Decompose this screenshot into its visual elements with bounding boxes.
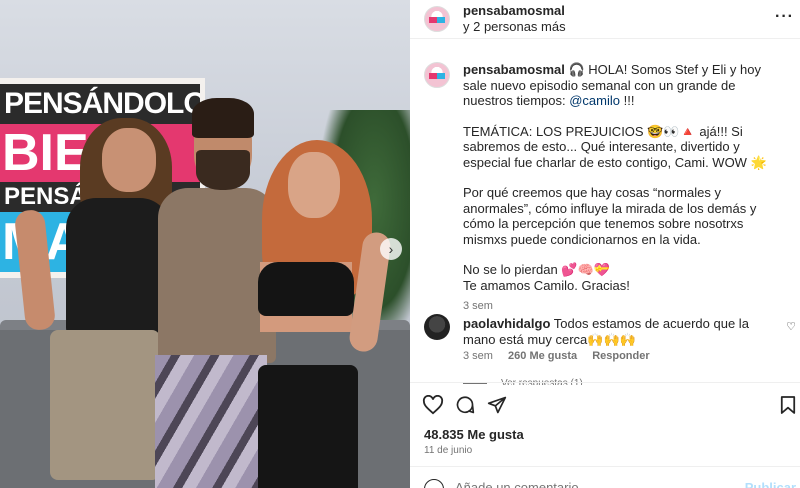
author-username[interactable]: pensabamosmal xyxy=(463,3,565,18)
post-header: pensabamosmal y 2 personas más ··· xyxy=(410,0,800,39)
author-avatar[interactable] xyxy=(424,6,450,32)
person-center-hair xyxy=(192,98,254,138)
caption-avatar[interactable] xyxy=(424,62,450,88)
person-left-top xyxy=(66,198,170,338)
person-right-face xyxy=(288,152,340,218)
caption-paragraph-4b: Te amamos Camilo. Gracias! xyxy=(463,277,630,293)
comment-likes[interactable]: 260 Me gusta xyxy=(508,350,577,362)
person-right-top xyxy=(258,262,354,316)
collaborators-link[interactable]: y 2 personas más xyxy=(463,19,566,34)
person-center-pants xyxy=(155,355,267,488)
comment-icon[interactable] xyxy=(455,395,475,415)
person-left-face xyxy=(102,128,156,192)
caption-paragraph-4a: No se lo pierdan 💕🧠💝 xyxy=(463,262,610,277)
more-horizontal-icon[interactable]: ··· xyxy=(775,8,794,26)
likes-count[interactable]: 48.835 Me gusta xyxy=(424,427,524,442)
comment-like-heart-icon[interactable]: ♡ xyxy=(786,320,796,333)
action-bar xyxy=(410,382,800,432)
caption-username[interactable]: pensabamosmal xyxy=(463,62,565,77)
post-date[interactable]: 11 de junio xyxy=(424,445,472,456)
add-comment-input[interactable] xyxy=(455,480,705,488)
send-icon[interactable] xyxy=(487,395,507,415)
bookmark-icon[interactable] xyxy=(780,395,796,415)
caption-mention[interactable]: @camilo xyxy=(569,93,620,108)
commenter-username[interactable]: paolavhidalgo xyxy=(463,316,550,331)
post-panel: pensabamosmal y 2 personas más ··· pensa… xyxy=(410,0,800,488)
publish-button[interactable]: Publicar xyxy=(745,480,796,488)
comment-text: paolavhidalgo Todos estamos de acuerdo q… xyxy=(463,316,763,347)
commenter-avatar[interactable] xyxy=(424,314,450,340)
person-left-shorts xyxy=(50,330,160,480)
caption-time: 3 sem xyxy=(463,300,493,312)
post-photo[interactable]: PENSÁNDOLO BIEN PENSÁNDO MAL › xyxy=(0,0,410,488)
person-center-beard xyxy=(196,150,250,190)
comment-meta: 3 sem 260 Me gusta Responder xyxy=(463,350,662,362)
person-right-pants xyxy=(258,365,358,488)
caption-text: pensabamosmal 🎧 HOLA! Somos Stef y Eli y… xyxy=(463,62,785,315)
caption-paragraph-3: Por qué creemos que hay cosas “normales … xyxy=(463,185,757,247)
chevron-right-icon[interactable]: › xyxy=(380,238,402,260)
heart-icon[interactable] xyxy=(422,395,444,415)
comment-time[interactable]: 3 sem xyxy=(463,350,493,362)
caption-paragraph-2: TEMÁTICA: LOS PREJUICIOS 🤓👀🔺 ajá!!! Si s… xyxy=(463,123,767,170)
sign-line-1: PENSÁNDOLO xyxy=(0,84,200,124)
caption-line1-suffix: !!! xyxy=(619,93,635,108)
reply-button[interactable]: Responder xyxy=(592,350,649,362)
emoji-icon[interactable] xyxy=(424,479,444,488)
add-comment-bar: Publicar xyxy=(410,466,800,488)
